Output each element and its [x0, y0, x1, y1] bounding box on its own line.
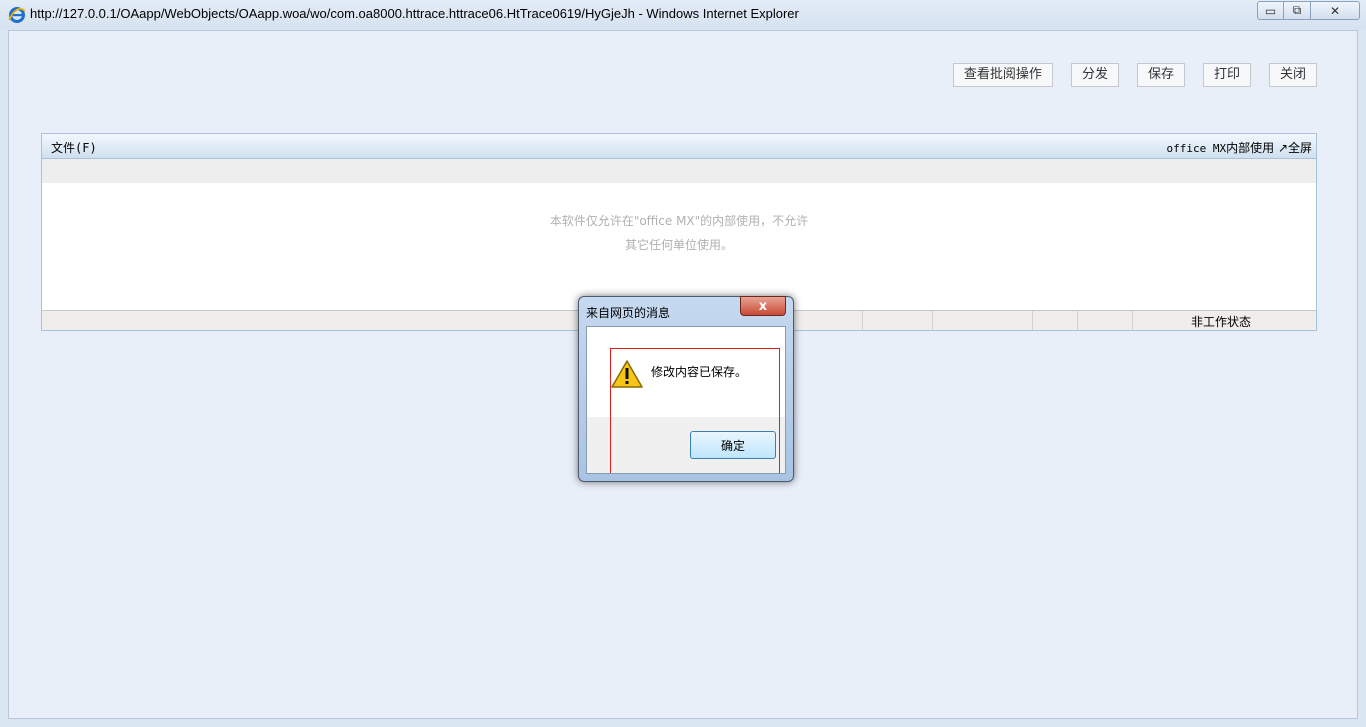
status-cell [1132, 311, 1133, 330]
office-brand: office MX [1166, 142, 1227, 155]
dialog-body: 修改内容已保存。 确定 [586, 326, 786, 474]
license-notice-line1: 本软件仅允许在"office MX"的内部使用，不允许 [549, 214, 809, 228]
office-menubar: 文件(F) office MX内部使用 ↗全屏 [42, 134, 1316, 159]
ie-logo-icon [8, 7, 26, 23]
status-text: 非工作状态 [1191, 315, 1252, 329]
print-button[interactable]: 打印 [1202, 63, 1251, 87]
status-cell [1077, 311, 1078, 330]
warning-icon [611, 360, 643, 388]
view-review-button[interactable]: 查看批阅操作 [952, 63, 1053, 87]
license-notice: 本软件仅允许在"office MX"的内部使用，不允许 其它任何单位使用。 [42, 209, 1316, 257]
dialog-title: 来自网页的消息 [586, 306, 671, 320]
close-button[interactable]: 关闭 [1268, 63, 1317, 87]
internal-use-label: 内部使用 [1226, 141, 1275, 155]
status-cell [862, 311, 863, 330]
alert-dialog: 来自网页的消息 x 修改内容已保存。 确定 [578, 296, 794, 482]
ok-button[interactable]: 确定 [690, 431, 776, 459]
window-titlebar: http://127.0.0.1/OAapp/WebObjects/OAapp.… [0, 0, 1366, 30]
status-cell [932, 311, 933, 330]
window-close-button[interactable]: ✕ [1310, 1, 1360, 20]
license-notice-line2: 其它任何单位使用。 [624, 238, 733, 252]
status-cell [1032, 311, 1033, 330]
office-menu-right: office MX内部使用 ↗全屏 [1166, 139, 1312, 156]
dialog-close-button[interactable]: x [740, 296, 786, 316]
restore-button[interactable]: ⧉ [1283, 1, 1311, 20]
minimize-button[interactable]: ▭ [1257, 1, 1284, 20]
fullscreen-button[interactable]: ↗全屏 [1278, 141, 1312, 155]
dialog-message: 修改内容已保存。 [651, 365, 748, 379]
menu-file[interactable]: 文件(F) [51, 139, 97, 156]
window-title: http://127.0.0.1/OAapp/WebObjects/OAapp.… [30, 6, 799, 21]
office-toolbar [42, 159, 1316, 183]
save-button[interactable]: 保存 [1136, 63, 1185, 87]
distribute-button[interactable]: 分发 [1070, 63, 1119, 87]
action-toolbar: 查看批阅操作 分发 保存 打印 关闭 [952, 63, 1317, 87]
